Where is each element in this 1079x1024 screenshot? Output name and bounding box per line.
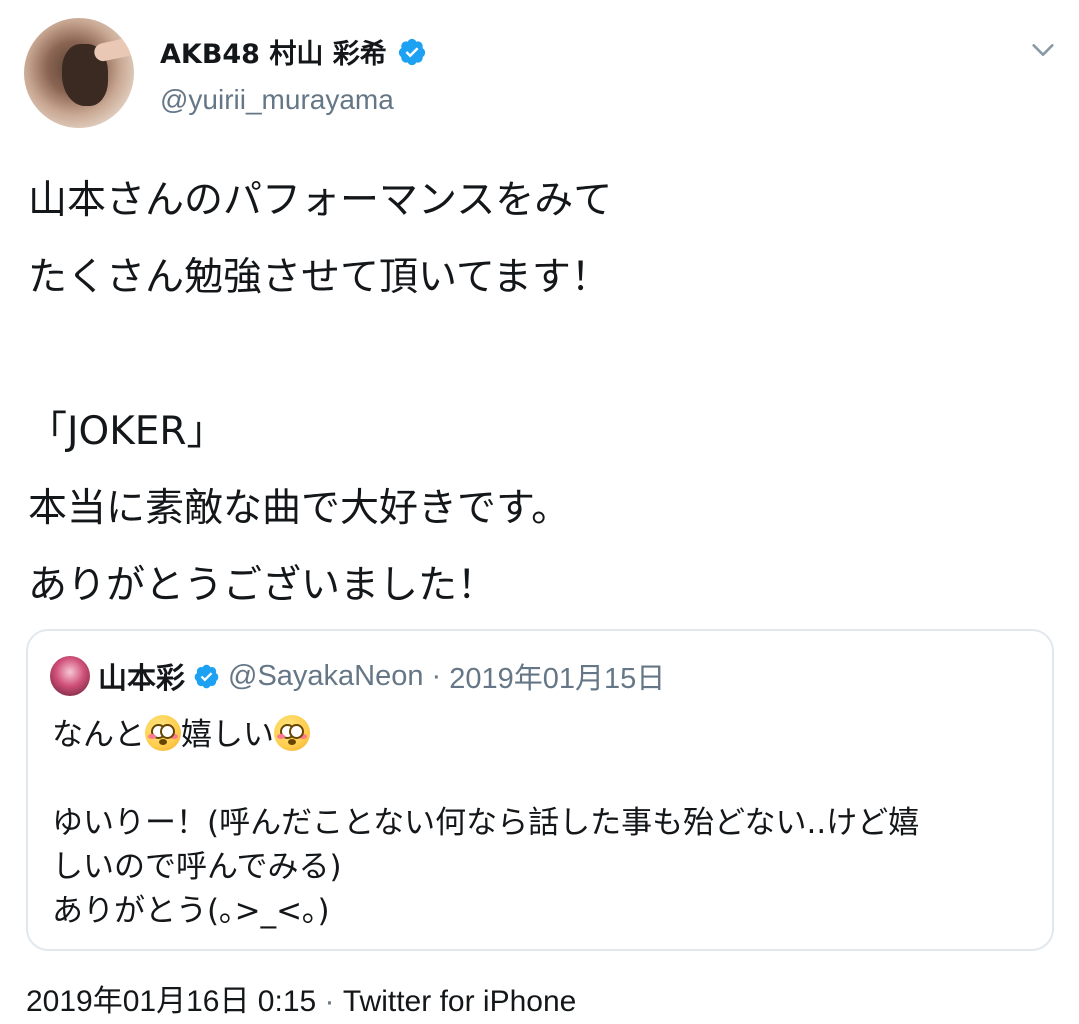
quoted-tweet[interactable]: 山本彩 @SayakaNeon · 2019年01月15日 なんと 嬉しい ゆいり… [26,629,1054,951]
flushed-face-icon [145,715,181,751]
author-handle[interactable]: @yuirii_murayama [160,84,394,116]
footer-separator: · [324,985,335,1018]
tweet-line: 本当に素敵な曲で大好きです。 [28,486,571,531]
tweet-text: 山本さんのパフォーマンスをみて たくさん勉強させて頂いてます！ 「JOKER」 … [28,162,1048,624]
tweet-line: 山本さんのパフォーマンスをみて [28,178,613,223]
quoted-line: ゆいりー！(呼んだことない何なら話した事も殆どない..けど嬉 [52,805,920,841]
author-avatar[interactable] [24,18,134,128]
quoted-blank-line [52,757,1037,801]
tweet-source[interactable]: Twitter for iPhone [343,985,576,1018]
quoted-line: なんと 嬉しい [52,713,1037,757]
tweet-line: ありがとうございました！ [28,563,497,608]
quoted-author-name: 山本彩 [98,661,186,695]
quoted-author-handle: @SayakaNeon [228,659,424,692]
quoted-text-fragment: 嬉しい [181,717,274,753]
quoted-date: 2019年01月15日 [449,663,666,695]
quoted-tweet-header: 山本彩 @SayakaNeon · 2019年01月15日 [50,655,665,697]
quoted-tweet-text: なんと 嬉しい ゆいりー！(呼んだことない何なら話した事も殆どない..けど嬉 しい… [52,713,1037,933]
quoted-line: ありがとう(｡>_<｡) [52,893,330,929]
tweet-line: たくさん勉強させて頂いてます！ [28,255,610,300]
author-display-name[interactable]: AKB48 村山 彩希 [160,32,387,71]
tweet-line: 「JOKER」 [28,409,226,454]
verified-badge-icon [194,664,219,688]
flushed-face-icon [274,715,310,751]
verified-badge-icon [398,38,425,65]
tweet-timestamp[interactable]: 2019年01月16日 0:15 [26,985,316,1018]
avatar-photo-arm [92,35,134,63]
quoted-author-avatar [50,656,90,696]
quoted-text-fragment: なんと [52,717,145,753]
author-name-row[interactable]: AKB48 村山 彩希 [160,32,427,71]
quoted-separator: · [431,659,442,692]
tweet-card: AKB48 村山 彩希 @yuirii_murayama 山本さんのパフォーマン… [0,0,1079,1024]
quoted-line: しいので呼んでみる) [52,849,342,885]
chevron-down-icon[interactable] [1029,36,1057,64]
tweet-footer: 2019年01月16日 0:15 · Twitter for iPhone [26,976,576,1020]
